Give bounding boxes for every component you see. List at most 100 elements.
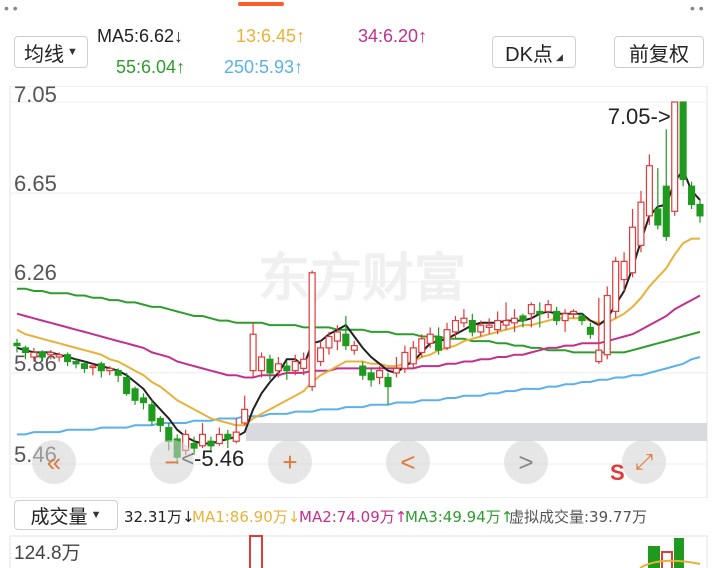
candle-down [283, 365, 291, 372]
candle-up [561, 313, 569, 322]
candle-up [325, 335, 333, 349]
candle-down [553, 310, 561, 322]
candle-up [317, 347, 325, 363]
watermark: 东方财富 [258, 249, 466, 309]
virtual-volume: 虚拟成交量:39.77万 [509, 508, 647, 526]
candle-down [224, 433, 232, 440]
candle-down [586, 326, 594, 335]
candle-up [451, 319, 460, 333]
zoom-out-left-button[interactable]: « [32, 440, 76, 484]
candle-up [595, 349, 603, 363]
candle-down [266, 358, 274, 374]
candle-up [291, 360, 299, 372]
candle-up [89, 365, 97, 369]
candle-up [460, 317, 468, 324]
candle-up [612, 260, 620, 313]
candle-up [300, 358, 308, 369]
candle-down [156, 417, 164, 426]
candle-down [435, 335, 443, 351]
more-dots-icon: • • [4, 0, 18, 16]
volume-frame [9, 535, 708, 568]
kline-chart[interactable]: 东方财富 7.056.656.265.865.46 7.05-><-5.46 [0, 86, 719, 498]
candle-up [620, 260, 628, 281]
candle-down [131, 388, 139, 401]
high-annotation: 7.05-> [608, 104, 671, 129]
candle-down [97, 363, 105, 372]
dk-point-label: DK点 [505, 43, 553, 66]
candle-down [468, 319, 476, 333]
candle-up [274, 363, 282, 372]
volume-ma3: MA3:49.94万↑ [405, 508, 514, 526]
candle-down [384, 376, 392, 388]
candle-up [249, 333, 257, 372]
arrow-icon: ↓ [174, 26, 184, 46]
candle-up [55, 354, 63, 358]
candle-up [308, 272, 316, 388]
volume-select[interactable]: 成交量 ▼ [14, 500, 118, 530]
prev-button[interactable]: < [386, 440, 430, 484]
candle-up [47, 351, 55, 356]
adjust-price-label: 前复权 [629, 43, 689, 66]
next-button[interactable]: > [504, 440, 548, 484]
candle-up [477, 324, 485, 333]
candle-down [578, 315, 586, 322]
candle-up [376, 370, 384, 379]
ma13-label: 13:6.45↑ [236, 26, 306, 46]
adjust-price-button[interactable]: 前复权 [614, 36, 704, 68]
candle-up [603, 294, 611, 356]
dk-point-select[interactable]: DK点 ◢ [492, 36, 576, 68]
volume-select-label: 成交量 [30, 506, 88, 528]
candle-up [426, 333, 434, 344]
candle-up [502, 319, 510, 326]
minus-icon: − [164, 446, 180, 477]
y-tick-label: 6.65 [14, 171, 57, 196]
candle-up [544, 304, 552, 313]
ma55-label: 55:6.04↑ [116, 57, 186, 77]
fullscreen-button[interactable]: ⤢ [622, 440, 666, 484]
candle-down [114, 370, 122, 376]
y-axis-ticks: 7.056.656.265.865.46 [14, 86, 57, 467]
more-dots-icon: • • [690, 0, 704, 16]
expand-icon: ⤢ [635, 449, 653, 474]
volume-value: 32.31万↓ [124, 508, 195, 526]
candle-down [13, 342, 21, 347]
candle-down [359, 365, 367, 376]
candle-down [80, 363, 89, 369]
candle-up [485, 324, 493, 328]
candle-up [106, 367, 114, 372]
candle-down [342, 333, 350, 347]
volume-bar [249, 535, 263, 568]
candle-up [527, 304, 535, 315]
candle-up [671, 101, 679, 212]
candle-up [418, 338, 426, 354]
arrow-icon: ↑ [176, 57, 186, 77]
candle-up [645, 165, 653, 217]
candle-down [662, 185, 670, 237]
candle-up [232, 431, 240, 442]
zoom-out-button[interactable]: − [150, 440, 194, 484]
y-tick-label: 6.26 [14, 260, 57, 285]
candle-up [215, 433, 223, 445]
arrow-icon: ↑ [418, 26, 428, 46]
candle-up [443, 329, 451, 349]
zoom-in-button[interactable]: + [268, 440, 312, 484]
candle-down [123, 376, 131, 395]
caret-down-icon: ▼ [67, 46, 78, 58]
arrow-icon: ↑ [296, 26, 306, 46]
support-zone [246, 423, 707, 441]
candle-down [38, 351, 46, 358]
candle-up [569, 310, 578, 315]
candle-up [494, 319, 502, 331]
active-tab-indicator [238, 2, 284, 6]
ma250-label: 250:5.93↑ [224, 57, 304, 77]
candle-down [536, 310, 544, 315]
volume-chart: 124.8万 [9, 535, 708, 568]
ma5-label: MA5:6.62↓ [97, 26, 184, 46]
candle-down [519, 315, 527, 322]
ma-select[interactable]: 均线 ▼ [14, 36, 88, 68]
candle-up [350, 345, 358, 351]
caret-corner-icon: ◢ [555, 52, 563, 62]
candle-down [696, 203, 704, 217]
ma34-label: 34:6.20↑ [358, 26, 428, 46]
chevron-left-icon: < [400, 446, 416, 477]
